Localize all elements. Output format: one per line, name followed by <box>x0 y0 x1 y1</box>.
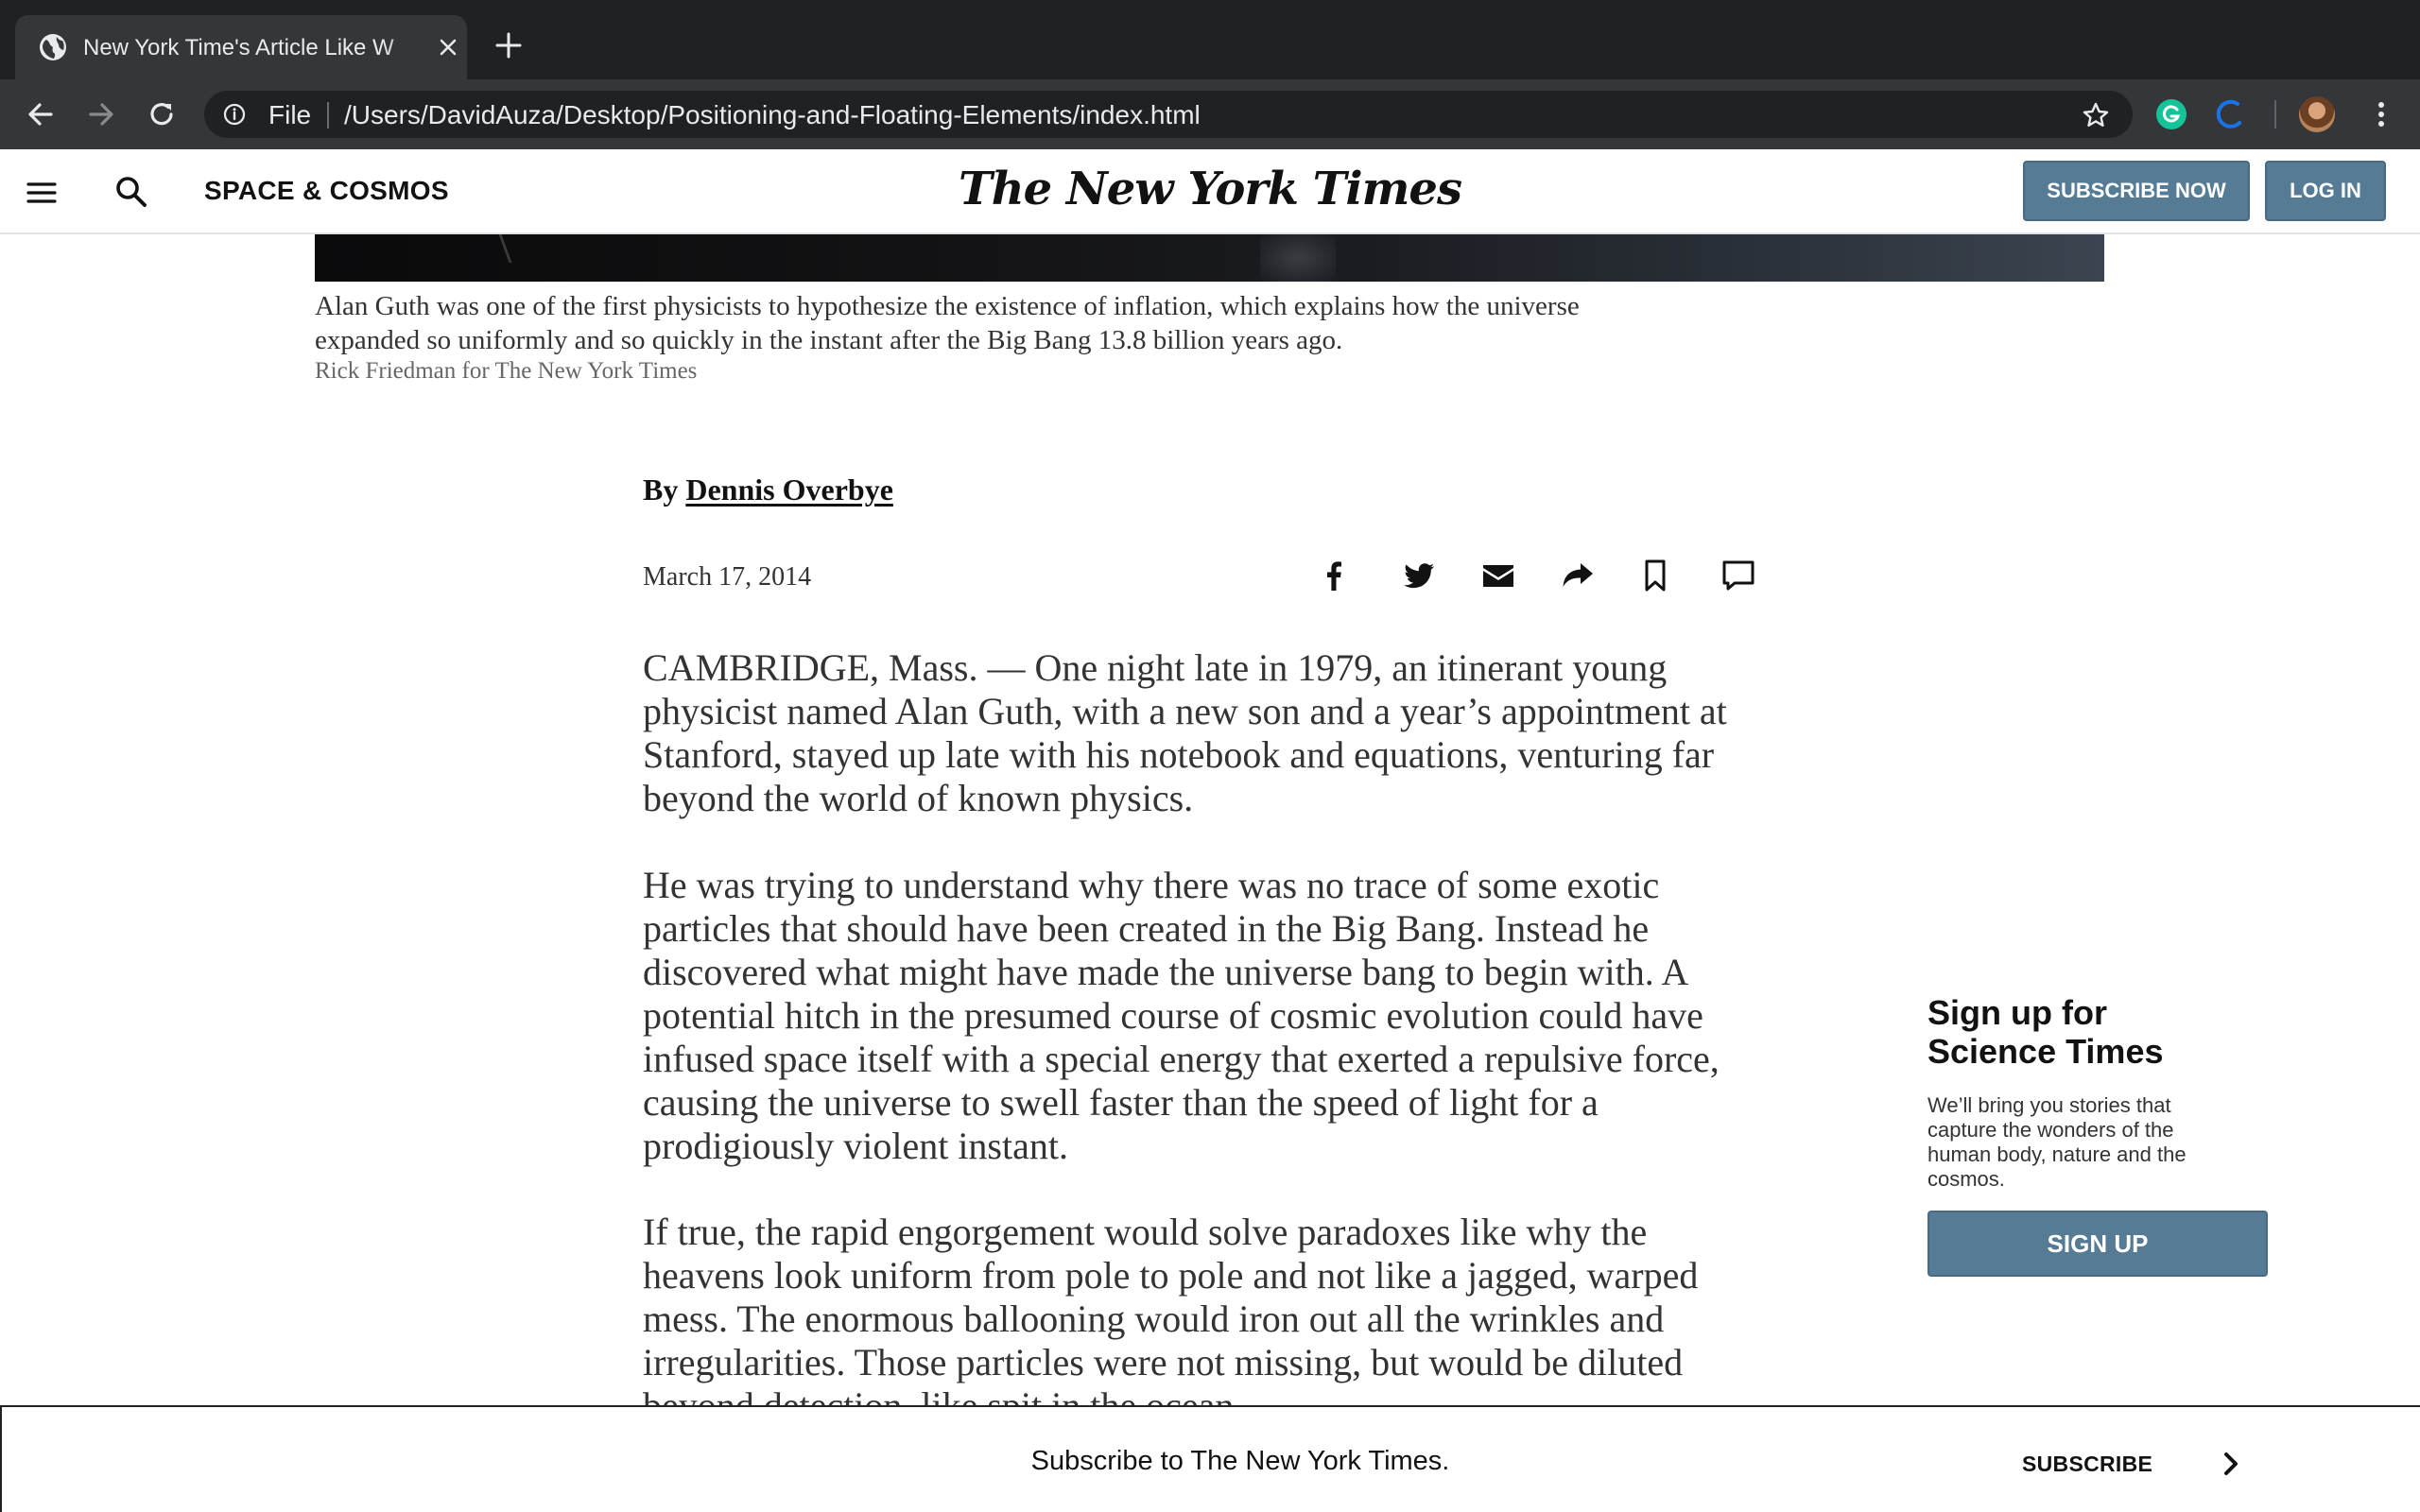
star-icon[interactable] <box>2082 101 2110 129</box>
back-arrow-icon[interactable] <box>23 96 59 132</box>
address-scheme-label: File <box>268 100 312 129</box>
newsletter-description: We’ll bring you stories that capture the… <box>1927 1093 2187 1191</box>
bookmark-icon[interactable] <box>1637 558 1673 593</box>
toolbar-divider <box>2274 100 2276 129</box>
plus-icon[interactable] <box>493 30 524 60</box>
browser-tab-strip: New York Time's Article Like W <box>0 0 2420 79</box>
chevron-right-icon[interactable] <box>2218 1449 2244 1479</box>
subscribe-link[interactable]: SUBSCRIBE <box>2022 1451 2152 1477</box>
browser-tab[interactable]: New York Time's Article Like W <box>15 15 467 79</box>
tab-title: New York Time's Article Like W <box>83 34 431 62</box>
article-paragraph: CAMBRIDGE, Mass. — One night late in 197… <box>643 646 1727 819</box>
close-icon[interactable] <box>437 36 459 59</box>
avatar[interactable] <box>2299 96 2335 132</box>
article-paragraph: If true, the rapid engorgement would sol… <box>643 1211 1699 1427</box>
grammarly-icon[interactable] <box>2155 98 2187 130</box>
address-divider <box>327 102 329 129</box>
byline: By Dennis Overbye <box>643 472 893 507</box>
subscribe-now-button[interactable]: SUBSCRIBE NOW <box>2023 161 2250 221</box>
byline-prefix: By <box>643 472 686 507</box>
image-credit: Rick Friedman for The New York Times <box>315 358 698 384</box>
newsletter-title: Sign up for Science Times <box>1927 993 2164 1071</box>
more-vert-icon[interactable] <box>2363 96 2399 132</box>
nyt-logo-text: The New York Times <box>959 163 1462 215</box>
browser-toolbar: File /Users/DavidAuza/Desktop/Positionin… <box>0 79 2420 149</box>
reload-icon[interactable] <box>144 96 180 132</box>
article-paragraph: He was trying to understand why there wa… <box>643 864 1720 1167</box>
facebook-icon[interactable] <box>1316 558 1352 593</box>
sign-up-button[interactable]: SIGN UP <box>1927 1211 2268 1277</box>
twitter-icon[interactable] <box>1401 558 1437 593</box>
site-header: SPACE & COSMOS The New York Times SUBSCR… <box>0 149 2420 234</box>
share-icon[interactable] <box>1560 558 1596 593</box>
image-caption: Alan Guth was one of the first physicist… <box>315 291 1580 355</box>
email-icon[interactable] <box>1480 558 1516 593</box>
info-icon[interactable] <box>223 103 246 126</box>
hero-image <box>315 234 2104 282</box>
globe-icon <box>40 34 66 60</box>
extension-c-icon[interactable] <box>2214 98 2246 130</box>
publish-date: March 17, 2014 <box>643 562 812 592</box>
author-link[interactable]: Dennis Overbye <box>685 472 893 507</box>
address-url[interactable]: /Users/DavidAuza/Desktop/Positioning-and… <box>344 101 1201 129</box>
subscribe-bar: Subscribe to The New York Times. SUBSCRI… <box>0 1405 2420 1512</box>
login-button[interactable]: LOG IN <box>2265 161 2386 221</box>
address-bar[interactable]: File /Users/DavidAuza/Desktop/Positionin… <box>204 91 2133 138</box>
forward-arrow-icon[interactable] <box>83 96 119 132</box>
comment-icon[interactable] <box>1720 558 1756 593</box>
